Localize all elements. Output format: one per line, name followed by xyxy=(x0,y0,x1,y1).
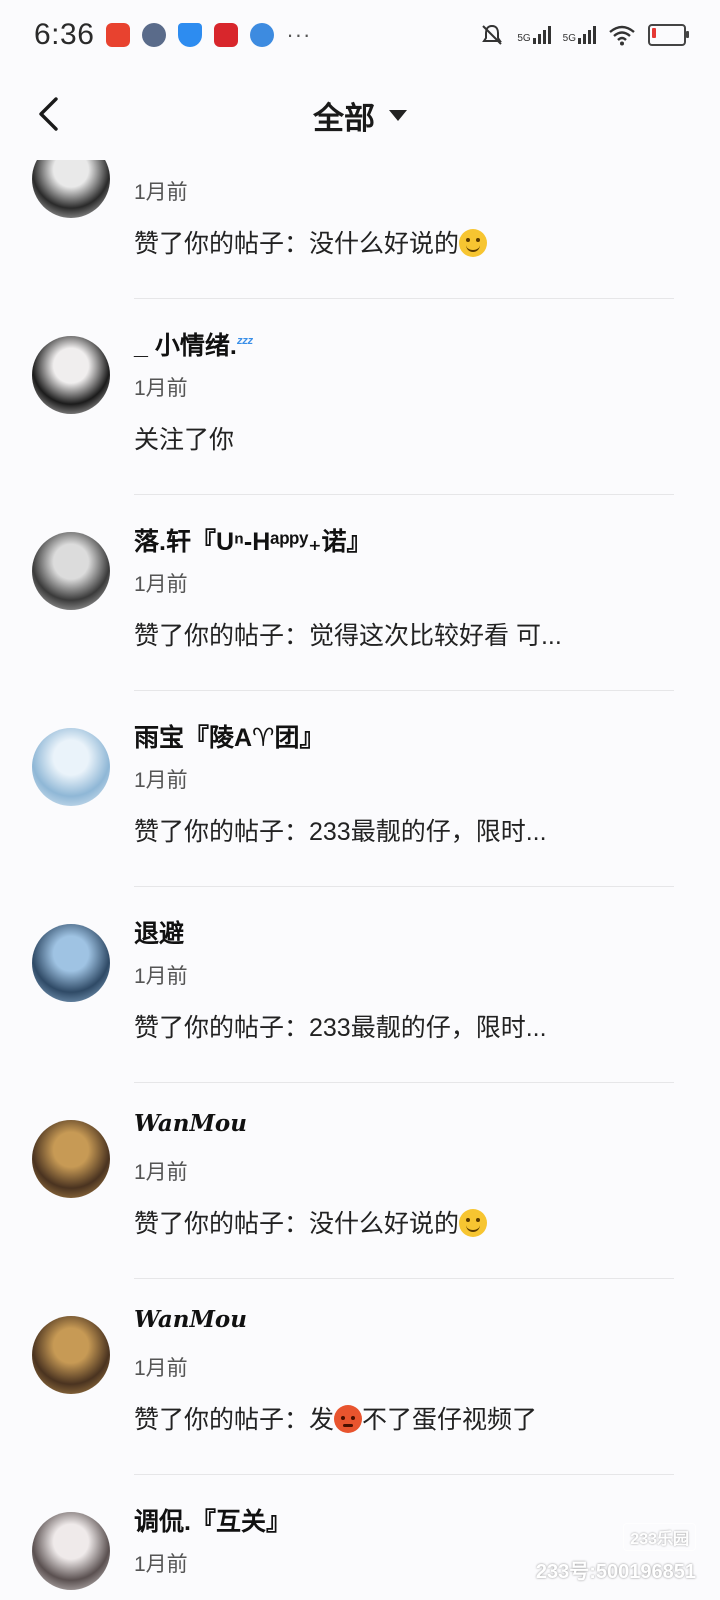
username[interactable]: 雨宝『陵A♈团』 xyxy=(134,718,324,754)
notification-item[interactable]: 退避 1月前 赞了你的帖子：233最靓的仔，限时... xyxy=(0,764,720,1083)
more-notifications-icon: ··· xyxy=(286,22,312,47)
username-text: 雨宝『陵A♈团』 xyxy=(134,724,325,752)
caret-down-icon xyxy=(389,109,407,121)
signal-5g-icon-2: 5G xyxy=(563,26,596,44)
notification-list[interactable]: 1月前 赞了你的帖子：没什么好说的 _ 小情绪.ᶻᶻᶻ 1月前 关注了你 落.轩『Uⁿ-H… xyxy=(0,160,720,1600)
username-text: WanMou xyxy=(134,1306,247,1333)
username[interactable]: WanMou xyxy=(134,1110,247,1137)
red-app-icon xyxy=(214,23,239,47)
notification-item[interactable]: 1月前 赞了你的帖子：没什么好说的 xyxy=(0,160,720,299)
signal-label-2: 5G xyxy=(562,33,576,44)
status-right: 5G 5G xyxy=(479,22,689,48)
mute-icon xyxy=(482,24,503,45)
back-button[interactable] xyxy=(28,92,68,136)
username-text: 调侃.『互关』 xyxy=(134,1508,291,1536)
watermark-logo: 233乐园 xyxy=(623,1523,696,1551)
filter-dropdown[interactable]: 全部 xyxy=(313,93,407,138)
avatar[interactable] xyxy=(32,1512,110,1590)
notification-list-inner: 1月前 赞了你的帖子：没什么好说的 _ 小情绪.ᶻᶻᶻ 1月前 关注了你 落.轩『Uⁿ-H… xyxy=(0,160,720,1590)
status-bar: 6:36 ··· 5G 5G xyxy=(0,0,720,70)
username[interactable]: 调侃.『互关』 xyxy=(134,1502,291,1538)
battery-icon xyxy=(648,24,689,46)
username[interactable]: WanMou xyxy=(134,1306,247,1333)
signal-5g-icon-1: 5G xyxy=(517,26,551,44)
notification-item[interactable]: _ 小情绪.ᶻᶻᶻ 1月前 关注了你 xyxy=(0,176,720,495)
notification-item[interactable]: 落.轩『Uⁿ-Hᵃᵖᵖʸ₊诺』 1月前 赞了你的帖子：觉得这次比较好看 可... xyxy=(0,372,720,691)
wifi-icon xyxy=(609,25,635,46)
sleep-zzz-icon: ᶻᶻᶻ xyxy=(236,335,253,352)
status-time: 6:36 xyxy=(34,18,95,51)
username[interactable]: 退避 xyxy=(134,914,184,950)
chevron-left-icon xyxy=(39,97,58,131)
page-title: 全部 xyxy=(313,100,375,136)
notification-item[interactable]: 调侃.『互关』 1月前 xyxy=(0,1352,720,1590)
username-text: WanMou xyxy=(134,1110,247,1137)
shield-app-icon xyxy=(178,23,203,47)
username-text: 退避 xyxy=(134,920,185,948)
blue-app-icon xyxy=(250,23,275,47)
username-text: _ 小情绪. xyxy=(134,332,237,360)
header: 全部 xyxy=(0,70,720,160)
watermark-id: 233号:500196851 xyxy=(535,1561,696,1583)
notification-item[interactable]: WanMou 1月前 赞了你的帖子：发 不了蛋仔视频了 xyxy=(0,1156,720,1475)
notification-item[interactable]: 雨宝『陵A♈团』 1月前 赞了你的帖子：233最靓的仔，限时... xyxy=(0,568,720,887)
username-text: 落.轩『Uⁿ-Hᵃᵖᵖʸ₊诺』 xyxy=(134,528,372,556)
signal-label-1: 5G xyxy=(517,33,531,44)
username[interactable]: _ 小情绪.ᶻᶻᶻ xyxy=(134,326,253,362)
phone-app-icon xyxy=(106,23,131,47)
timestamp: 1月前 xyxy=(134,1553,188,1576)
username[interactable]: 落.轩『Uⁿ-Hᵃᵖᵖʸ₊诺』 xyxy=(134,522,371,558)
settings-app-icon xyxy=(142,23,167,47)
status-left: 6:36 ··· xyxy=(34,18,311,52)
notification-item[interactable]: WanMou 1月前 赞了你的帖子：没什么好说的 xyxy=(0,960,720,1279)
watermark: 233乐园 233号:500196851 xyxy=(536,1523,696,1584)
